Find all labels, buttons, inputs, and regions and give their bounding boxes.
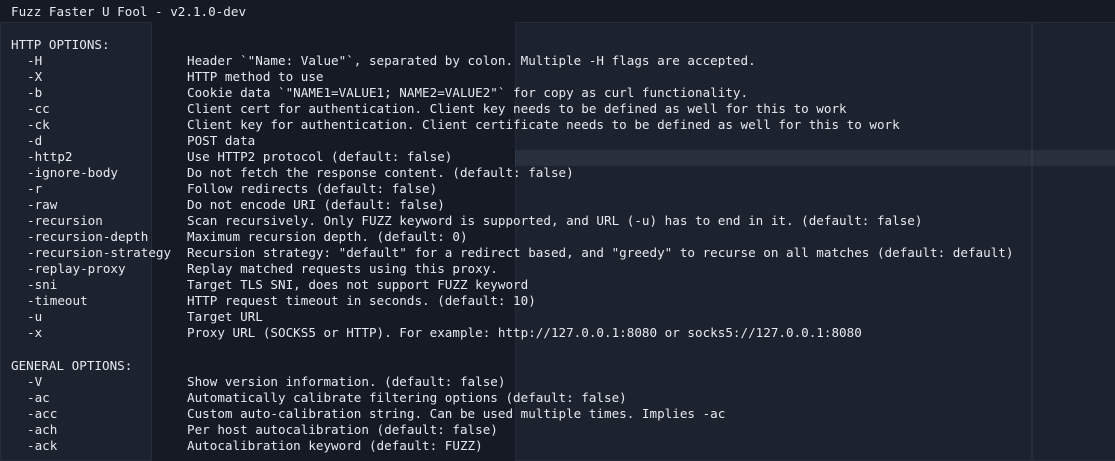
option-flag: -x xyxy=(27,325,43,340)
option-flag: -V xyxy=(27,374,43,389)
option-desc: Do not fetch the response content. (defa… xyxy=(187,165,574,180)
http-options-heading: HTTP OPTIONS: xyxy=(11,37,110,52)
option-desc: Scan recursively. Only FUZZ keyword is s… xyxy=(187,213,923,228)
option-flag: -r xyxy=(27,181,43,196)
option-flag: -d xyxy=(27,133,43,148)
option-flag: -X xyxy=(27,69,43,84)
option-desc: Per host autocalibration (default: false… xyxy=(187,422,498,437)
option-flag: -acc xyxy=(27,406,58,421)
option-desc: Automatically calibrate filtering option… xyxy=(187,390,627,405)
terminal-output: Fuzz Faster U Fool - v2.1.0-dev HTTP OPT… xyxy=(0,0,1115,459)
option-flag: -H xyxy=(27,53,43,68)
option-desc: Header `"Name: Value"`, separated by col… xyxy=(187,53,756,68)
app-title: Fuzz Faster U Fool - v2.1.0-dev xyxy=(11,4,247,19)
option-flag: -recursion xyxy=(27,213,103,228)
option-flag: -ach xyxy=(27,422,58,437)
option-flag: -ck xyxy=(27,117,50,132)
option-desc: Proxy URL (SOCKS5 or HTTP). For example:… xyxy=(187,325,862,340)
option-flag: -raw xyxy=(27,197,58,212)
option-flag: -replay-proxy xyxy=(27,261,126,276)
option-flag: -timeout xyxy=(27,293,88,308)
option-flag: -http2 xyxy=(27,149,73,164)
option-desc: Follow redirects (default: false) xyxy=(187,181,438,196)
option-desc: Recursion strategy: "default" for a redi… xyxy=(187,245,1014,260)
option-desc: POST data xyxy=(187,133,256,148)
option-desc: Replay matched requests using this proxy… xyxy=(187,261,498,276)
option-flag: -ack xyxy=(27,438,58,453)
option-desc: HTTP method to use xyxy=(187,69,324,84)
option-desc: Client key for authentication. Client ce… xyxy=(187,117,900,132)
option-flag: -recursion-strategy xyxy=(27,245,172,260)
option-flag: -ignore-body xyxy=(27,165,118,180)
option-flag: -u xyxy=(27,309,43,324)
option-desc: Use HTTP2 protocol (default: false) xyxy=(187,149,453,164)
option-desc: Custom auto-calibration string. Can be u… xyxy=(187,406,726,421)
option-desc: Client cert for authentication. Client k… xyxy=(187,101,847,116)
option-desc: Show version information. (default: fals… xyxy=(187,374,506,389)
option-flag: -recursion-depth xyxy=(27,229,149,244)
option-flag: -cc xyxy=(27,101,50,116)
option-flag: -b xyxy=(27,85,43,100)
option-desc: Autocalibration keyword (default: FUZZ) xyxy=(187,438,483,453)
option-flag: -ac xyxy=(27,390,50,405)
general-options-heading: GENERAL OPTIONS: xyxy=(11,358,133,373)
option-desc: HTTP request timeout in seconds. (defaul… xyxy=(187,293,536,308)
option-flag: -sni xyxy=(27,277,58,292)
option-desc: Cookie data `"NAME1=VALUE1; NAME2=VALUE2… xyxy=(187,85,749,100)
option-desc: Do not encode URI (default: false) xyxy=(187,197,445,212)
option-desc: Target URL xyxy=(187,309,263,324)
option-desc: Target TLS SNI, does not support FUZZ ke… xyxy=(187,277,529,292)
option-desc: Maximum recursion depth. (default: 0) xyxy=(187,229,468,244)
